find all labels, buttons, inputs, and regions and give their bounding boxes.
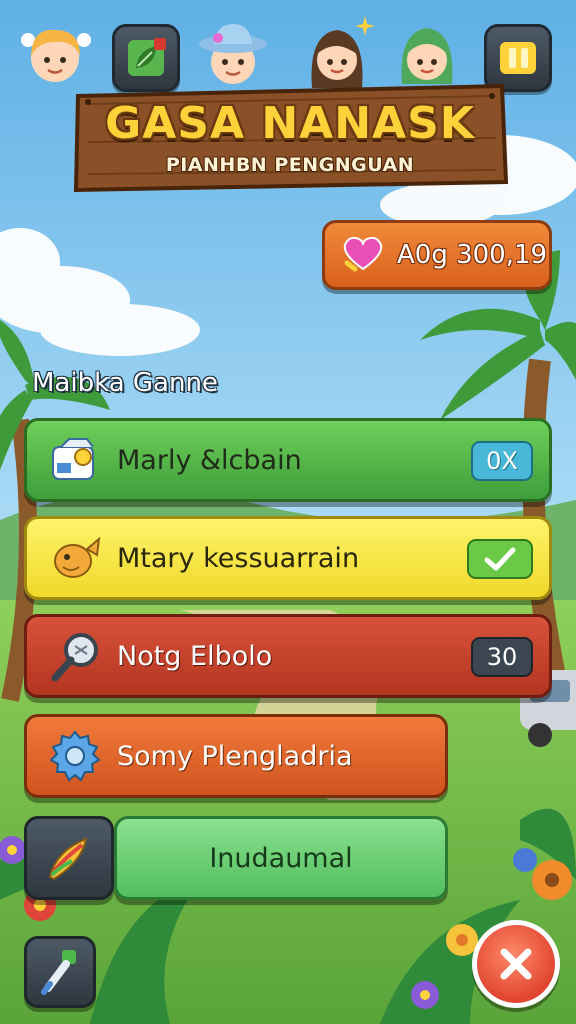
heart-icon <box>341 233 385 277</box>
girl-green-hair-avatar[interactable] <box>390 18 464 92</box>
option-label-3: Notg Elbolo <box>117 640 273 672</box>
pause-icon <box>500 42 536 74</box>
option-card-1[interactable]: Marly &lcbain 0X <box>24 418 552 502</box>
currency-value: A0g 300,19 <box>397 240 548 270</box>
option-5-icon-tile[interactable] <box>24 816 114 900</box>
check-icon <box>484 547 516 571</box>
sparkle-icon <box>355 14 379 44</box>
girl-blonde-avatar[interactable] <box>18 18 92 92</box>
option-label-5: Inudaumal <box>209 842 353 874</box>
magnifier-icon <box>45 626 105 686</box>
option-badge-3[interactable]: 30 <box>471 637 533 677</box>
option-badge-1[interactable]: 0X <box>471 441 533 481</box>
section-title: Maibka Ganne <box>32 368 218 398</box>
close-icon <box>500 948 532 980</box>
fish-icon <box>45 528 105 588</box>
milk-carton-icon <box>45 430 105 490</box>
option-check-badge[interactable] <box>467 539 533 579</box>
option-card-2[interactable]: Mtary kessuarrain <box>24 516 552 600</box>
currency-display[interactable]: A0g 300,19 <box>322 220 552 290</box>
option-label-2: Mtary kessuarrain <box>117 542 360 574</box>
option-card-5[interactable]: Inudaumal <box>114 816 448 900</box>
title-sign: GASA NANASK PIANHBN PENGNGUAN <box>72 82 508 194</box>
option-label-4: Somy Plengladria <box>117 740 353 772</box>
close-button[interactable] <box>472 920 560 1008</box>
paintbrush-icon <box>48 837 88 881</box>
option-card-4[interactable]: Somy Plengladria <box>24 714 448 798</box>
option-label-1: Marly &lcbain <box>117 444 302 476</box>
game-title: GASA NANASK <box>105 98 475 149</box>
boy-hat-avatar[interactable] <box>196 18 270 92</box>
option-card-3[interactable]: Notg Elbolo 30 <box>24 614 552 698</box>
gear-icon <box>45 726 105 786</box>
game-subtitle: PIANHBN PENGNGUAN <box>165 154 415 176</box>
brush-tool-button[interactable] <box>24 936 96 1008</box>
brush-tool-icon <box>41 950 76 995</box>
